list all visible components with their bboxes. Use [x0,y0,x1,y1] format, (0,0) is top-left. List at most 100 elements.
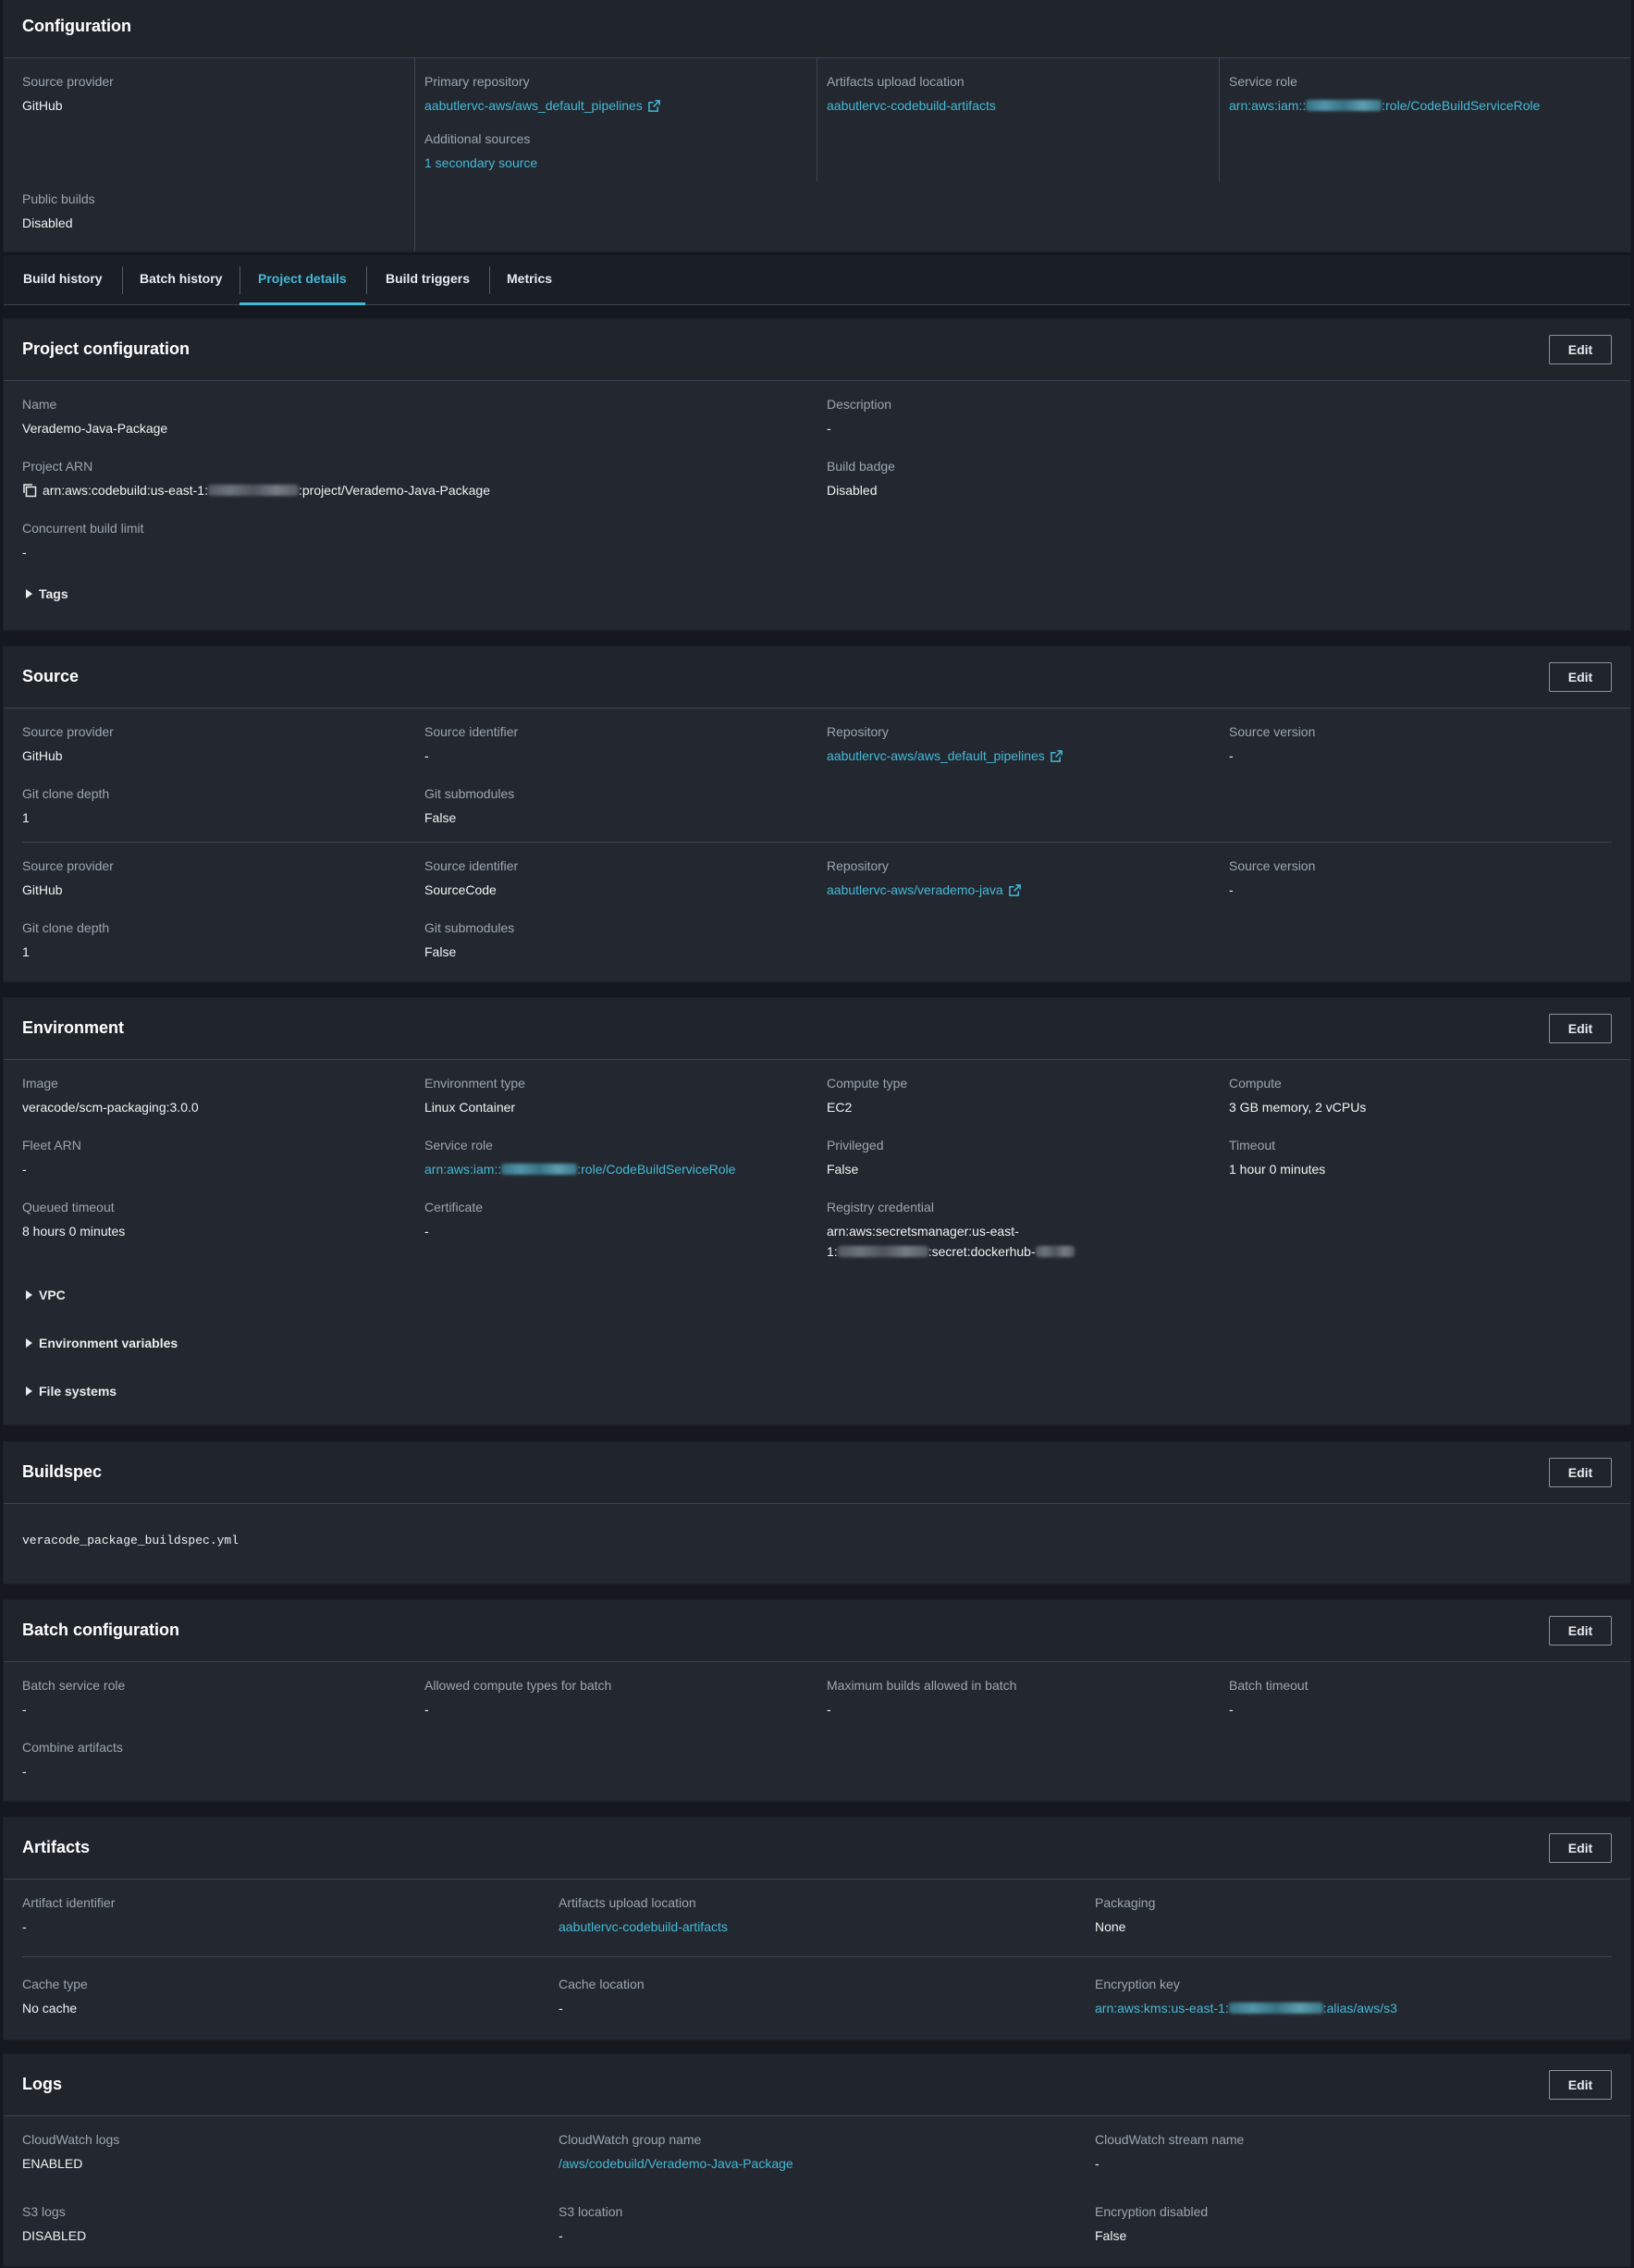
git-submodules: Git submodules False [424,920,515,959]
edit-button[interactable]: Edit [1549,1616,1612,1646]
project-configuration-title: Project configuration [22,339,190,358]
redacted-account-id [208,485,299,496]
redacted-account-id [501,1164,578,1175]
cloudwatch-group-name: CloudWatch group name /aws/codebuild/Ver… [559,2132,793,2171]
edit-button[interactable]: Edit [1549,335,1612,364]
buildspec-title: Buildspec [22,1462,103,1481]
batch-configuration-panel: Batch configuration Edit Batch service r… [4,1600,1630,1801]
configuration-panel: Configuration Source provider GitHub Pri… [4,0,1630,252]
tab-metrics[interactable]: Metrics [507,255,552,305]
tab-divider [489,266,490,294]
redacted-secret-id [1035,1246,1075,1257]
caret-right-icon [26,1290,32,1300]
redacted-account-id [837,1246,928,1257]
logs-header: Logs Edit [4,2054,1630,2116]
redacted-account-id [1228,2003,1323,2014]
env-privileged: Privileged False [827,1138,884,1177]
source-identifier: Source identifier SourceCode [424,858,519,897]
tab-project-details[interactable]: Project details [240,255,365,305]
buildspec-panel: Buildspec Edit veracode_package_buildspe… [4,1442,1630,1584]
config-source-provider: Source provider GitHub [22,74,114,113]
source-version: Source version - [1229,724,1316,763]
repository-link[interactable]: aabutlervc-aws/verademo-java [827,882,1003,897]
artifacts-panel: Artifacts Edit Artifact identifier - Art… [4,1818,1630,2040]
edit-button[interactable]: Edit [1549,1014,1612,1043]
divider [1219,57,1220,181]
config-primary-repository: Primary repository aabutlervc-aws/aws_de… [424,73,660,114]
redacted-account-id [1306,100,1382,111]
artifacts-location-link[interactable]: aabutlervc-codebuild-artifacts [559,1919,728,1934]
environment-variables-expander[interactable]: Environment variables [26,1336,178,1350]
logs-panel: Logs Edit CloudWatch logs ENABLED CloudW… [4,2054,1630,2266]
encryption-key: Encryption key arn:aws:kms:us-east-1::al… [1095,1977,1397,2016]
s3-location: S3 location - [559,2204,623,2243]
project-arn: Project ARN arn:aws:codebuild:us-east-1:… [22,459,490,498]
tab-build-triggers[interactable]: Build triggers [386,255,470,305]
artifacts-packaging: Packaging None [1095,1895,1156,1934]
batch-allowed-compute: Allowed compute types for batch - [424,1678,612,1717]
caret-right-icon [26,1338,32,1348]
project-name: Name Verademo-Java-Package [22,397,168,436]
env-image: Image veracode/scm-packaging:3.0.0 [22,1076,199,1115]
env-environment-type: Environment type Linux Container [424,1076,525,1115]
configuration-title: Configuration [22,17,131,35]
environment-title: Environment [22,1018,125,1037]
edit-button[interactable]: Edit [1549,1833,1612,1863]
file-systems-expander[interactable]: File systems [26,1384,117,1399]
edit-button[interactable]: Edit [1549,662,1612,692]
edit-button[interactable]: Edit [1549,2070,1612,2100]
primary-repository-link[interactable]: aabutlervc-aws/aws_default_pipelines [424,98,643,113]
encryption-key-link[interactable]: arn:aws:kms:us-east-1::alias/aws/s3 [1095,2000,1397,2016]
cloudwatch-logs: CloudWatch logs ENABLED [22,2132,120,2171]
tab-bar: Build history Batch history Project deta… [4,255,1630,305]
divider [414,57,415,252]
environment-panel: Environment Edit Image veracode/scm-pack… [4,998,1630,1424]
config-artifacts-upload: Artifacts upload location aabutlervc-cod… [827,74,996,113]
cache-type: Cache type No cache [22,1977,88,2015]
copy-icon[interactable] [22,483,37,498]
batch-timeout: Batch timeout - [1229,1678,1308,1717]
configuration-header: Configuration [4,0,1630,58]
divider [22,1956,1612,1957]
git-clone-depth: Git clone depth 1 [22,786,110,825]
config-service-role: Service role arn:aws:iam:::role/CodeBuil… [1229,74,1541,114]
source-header: Source Edit [4,647,1630,709]
project-build-badge: Build badge Disabled [827,459,895,498]
git-submodules: Git submodules False [424,786,515,825]
tab-build-history[interactable]: Build history [23,255,103,305]
logs-title: Logs [22,2075,62,2093]
secondary-source-link[interactable]: 1 secondary source [424,155,537,170]
source-provider: Source provider GitHub [22,724,114,763]
cloudwatch-stream-name: CloudWatch stream name - [1095,2132,1245,2171]
edit-button[interactable]: Edit [1549,1458,1612,1487]
git-clone-depth: Git clone depth 1 [22,920,110,959]
artifact-identifier: Artifact identifier - [22,1895,116,1934]
service-role-link[interactable]: arn:aws:iam:::role/CodeBuildServiceRole [1229,97,1540,114]
env-certificate: Certificate - [424,1200,484,1239]
source-identifier: Source identifier - [424,724,519,763]
batch-configuration-header: Batch configuration Edit [4,1600,1630,1662]
env-registry-credential: Registry credential arn:aws:secretsmanag… [827,1199,1075,1260]
source-panel: Source Edit Source provider GitHub Sourc… [4,647,1630,981]
artifacts-location-link[interactable]: aabutlervc-codebuild-artifacts [827,98,996,113]
buildspec-filename: veracode_package_buildspec.yml [22,1534,240,1547]
project-concurrent-limit: Concurrent build limit - [22,521,144,560]
tab-batch-history[interactable]: Batch history [140,255,222,305]
env-compute: Compute 3 GB memory, 2 vCPUs [1229,1076,1367,1115]
external-link-icon [1050,750,1063,762]
repository-link[interactable]: aabutlervc-aws/aws_default_pipelines [827,748,1045,763]
artifacts-header: Artifacts Edit [4,1818,1630,1880]
service-role-link[interactable]: arn:aws:iam:::role/CodeBuildServiceRole [424,1161,735,1177]
artifacts-title: Artifacts [22,1838,91,1856]
tab-divider [366,266,367,294]
source-version: Source version - [1229,858,1316,897]
vpc-expander[interactable]: VPC [26,1288,66,1302]
env-timeout: Timeout 1 hour 0 minutes [1229,1138,1326,1177]
env-fleet-arn: Fleet ARN - [22,1138,81,1177]
divider [22,842,1612,843]
tags-expander[interactable]: Tags [26,586,68,601]
cloudwatch-group-link[interactable]: /aws/codebuild/Verademo-Java-Package [559,2156,793,2171]
batch-combine-artifacts: Combine artifacts - [22,1740,123,1779]
batch-max-builds: Maximum builds allowed in batch - [827,1678,1017,1717]
caret-right-icon [26,1387,32,1396]
